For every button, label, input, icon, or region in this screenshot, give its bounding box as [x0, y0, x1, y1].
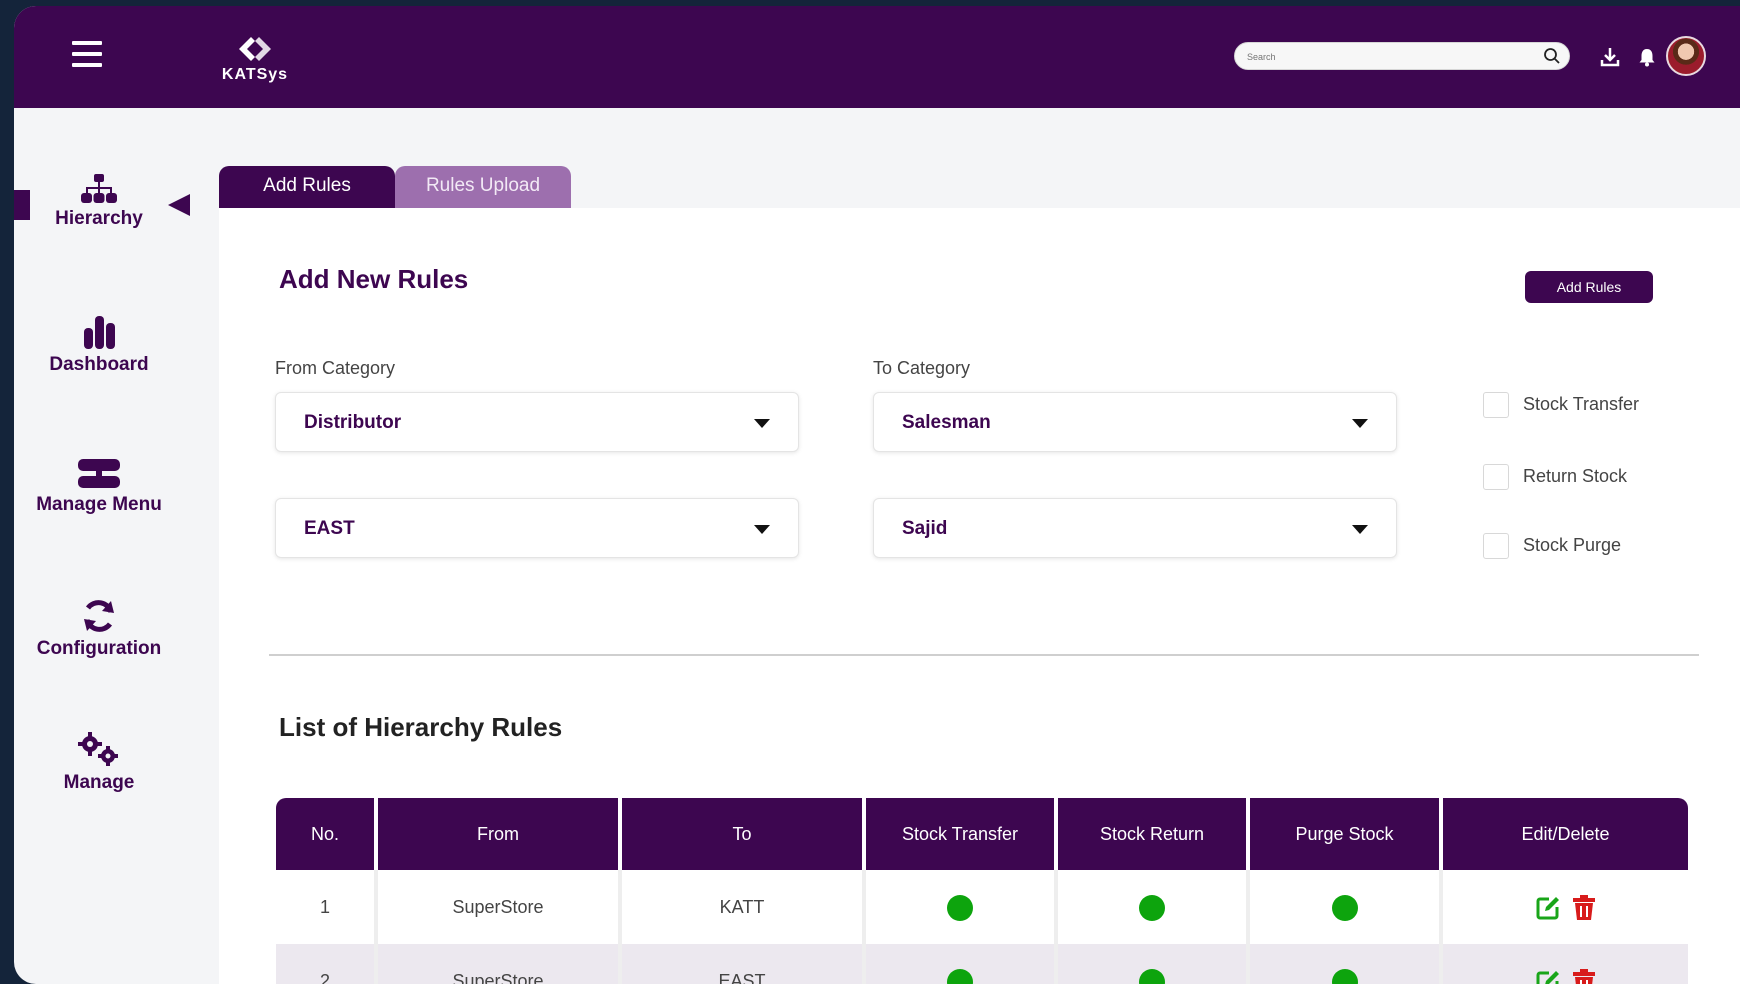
- chevron-down-icon: [754, 525, 770, 534]
- checkbox-label: Return Stock: [1523, 466, 1628, 486]
- katsys-logo[interactable]: KATSys: [210, 34, 300, 92]
- status-dot-icon: [947, 895, 973, 922]
- trash-icon[interactable]: [1572, 895, 1596, 921]
- cell-no: 2: [276, 944, 378, 984]
- cell-stock-return: [1058, 944, 1250, 984]
- divider: [269, 654, 1699, 656]
- column-header: Purge Stock: [1250, 798, 1443, 870]
- edit-icon[interactable]: [1535, 969, 1561, 984]
- status-dot-icon: [947, 969, 973, 984]
- cell-stock-transfer: [866, 870, 1058, 944]
- add-rules-button[interactable]: Add Rules: [1525, 271, 1653, 303]
- column-header: Edit/Delete: [1443, 798, 1688, 870]
- status-dot-icon: [1331, 895, 1358, 922]
- sidebar-item-label: Dashboard: [49, 354, 149, 375]
- cell-purge-stock: [1250, 870, 1443, 944]
- checkbox-label: Stock Transfer: [1523, 394, 1640, 414]
- from-category-value: Distributor: [304, 412, 402, 433]
- chevron-down-icon: [754, 419, 770, 428]
- cell-purge-stock: [1250, 944, 1443, 984]
- from-category-select[interactable]: Distributor: [275, 392, 799, 452]
- sidebar-item-label: Hierarchy: [55, 208, 143, 229]
- sitemap-icon: [81, 174, 117, 203]
- logo-mark-icon: [239, 37, 271, 61]
- cell-to: KATT: [622, 870, 866, 944]
- column-header: Stock Return: [1058, 798, 1250, 870]
- to-category-select[interactable]: Salesman: [873, 392, 1397, 452]
- list-title: List of Hierarchy Rules: [279, 712, 563, 742]
- hamburger-menu-icon[interactable]: [72, 41, 102, 67]
- edit-icon[interactable]: [1535, 895, 1561, 921]
- sidebar: Hierarchy Dashboard Manage Menu Configur…: [14, 108, 214, 984]
- sidebar-item-configuration[interactable]: Configuration: [14, 598, 184, 660]
- column-header: No.: [276, 798, 378, 870]
- column-header: From: [378, 798, 622, 870]
- return-stock-checkbox[interactable]: [1483, 464, 1509, 490]
- search-icon[interactable]: [1543, 47, 1561, 65]
- chevron-down-icon: [1352, 419, 1368, 428]
- cell-actions: [1443, 944, 1688, 984]
- app-window: KATSys Search Hierarchy Dashboard Manage…: [14, 6, 1740, 984]
- to-value: Sajid: [902, 518, 948, 539]
- from-value-select[interactable]: EAST: [275, 498, 799, 558]
- menu-stack-icon: [78, 459, 120, 488]
- logo-text: KATSys: [221, 66, 289, 83]
- to-category-value: Salesman: [902, 412, 991, 433]
- trash-icon[interactable]: [1572, 969, 1596, 984]
- from-value: EAST: [304, 518, 355, 539]
- status-dot-icon: [1139, 969, 1165, 984]
- search-input[interactable]: [1247, 48, 1527, 66]
- to-category-label: To Category: [873, 358, 971, 378]
- sidebar-item-label: Manage Menu: [36, 494, 162, 515]
- table-header: No. From To Stock Transfer Stock Return …: [276, 798, 1688, 870]
- status-dot-icon: [1139, 895, 1165, 922]
- gears-icon: [78, 732, 118, 766]
- top-bar: KATSys: [14, 6, 1740, 108]
- main-panel: Add New Rules Add Rules From Category To…: [219, 208, 1740, 984]
- cell-actions: [1443, 870, 1688, 944]
- column-header: To: [622, 798, 866, 870]
- user-avatar[interactable]: [1666, 36, 1706, 76]
- stock-purge-checkbox[interactable]: [1483, 533, 1509, 559]
- refresh-icon: [84, 600, 114, 632]
- column-header: Stock Transfer: [866, 798, 1058, 870]
- bar-chart-icon: [84, 316, 115, 349]
- cell-from: SuperStore: [378, 944, 622, 984]
- cell-from: SuperStore: [378, 870, 622, 944]
- search-bar[interactable]: [1234, 42, 1570, 70]
- rules-table: No. From To Stock Transfer Stock Return …: [276, 798, 1688, 984]
- cell-stock-transfer: [866, 944, 1058, 984]
- sidebar-item-dashboard[interactable]: Dashboard: [14, 314, 184, 376]
- cell-stock-return: [1058, 870, 1250, 944]
- sidebar-item-label: Manage: [63, 772, 135, 793]
- from-category-label: From Category: [275, 358, 396, 378]
- sidebar-item-label: Configuration: [36, 638, 162, 659]
- sidebar-item-manage[interactable]: Manage: [14, 732, 184, 794]
- cell-no: 1: [276, 870, 378, 944]
- download-icon[interactable]: [1599, 46, 1621, 68]
- table-row: 2 SuperStore EAST: [276, 944, 1688, 984]
- chevron-down-icon: [1352, 525, 1368, 534]
- sidebar-item-hierarchy[interactable]: Hierarchy: [14, 174, 184, 230]
- to-value-select[interactable]: Sajid: [873, 498, 1397, 558]
- tab-rules-upload[interactable]: Rules Upload: [395, 166, 571, 208]
- checkbox-label: Stock Purge: [1523, 535, 1622, 555]
- stock-transfer-checkbox[interactable]: [1483, 392, 1509, 418]
- tab-add-rules[interactable]: Add Rules: [219, 166, 395, 208]
- bell-icon[interactable]: [1636, 46, 1658, 68]
- status-dot-icon: [1331, 969, 1358, 984]
- sidebar-item-manage-menu[interactable]: Manage Menu: [14, 458, 184, 516]
- cell-to: EAST: [622, 944, 866, 984]
- form-title: Add New Rules: [279, 264, 469, 294]
- table-row: 1 SuperStore KATT: [276, 870, 1688, 944]
